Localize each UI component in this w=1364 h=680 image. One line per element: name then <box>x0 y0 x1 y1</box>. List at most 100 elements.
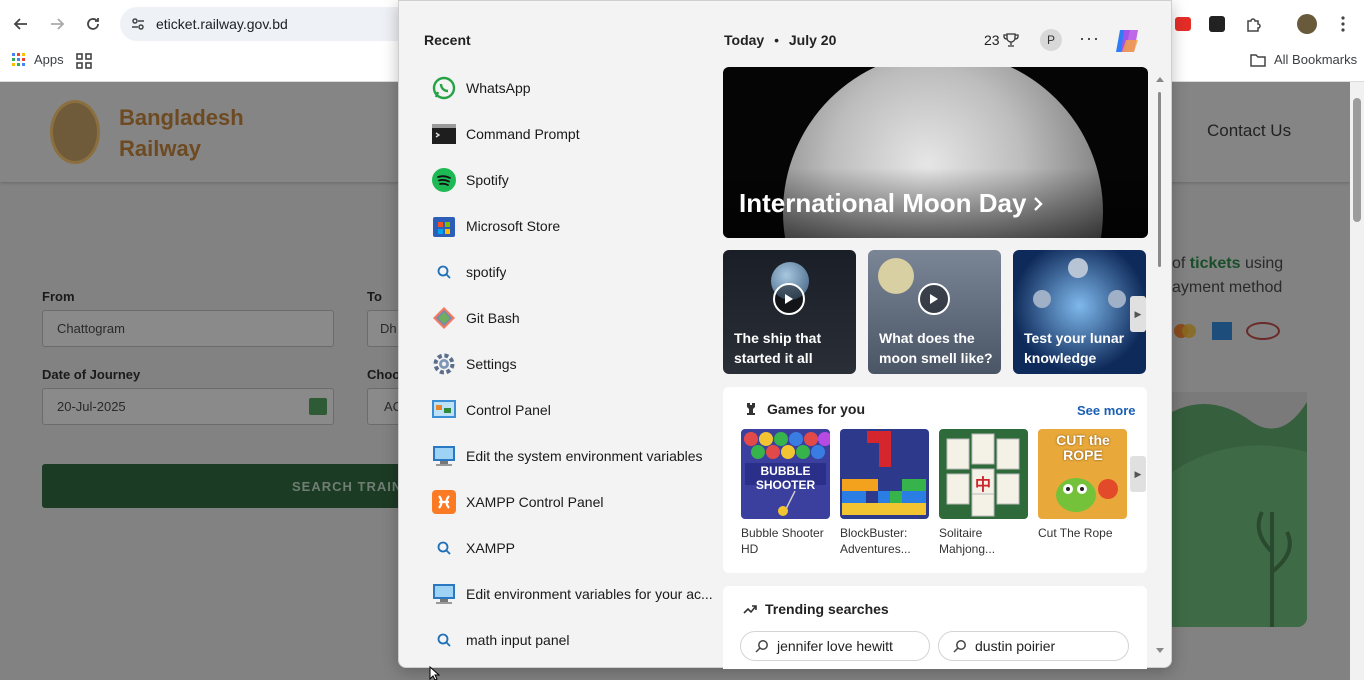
page-scrollbar-thumb[interactable] <box>1353 98 1361 222</box>
story-tile[interactable]: What does the moon smell like? <box>868 250 1001 374</box>
reload-button[interactable] <box>81 12 105 36</box>
railway-logo[interactable] <box>50 100 100 164</box>
trophy-icon <box>1002 33 1019 47</box>
recent-item-xampp-control-panel[interactable]: XAMPP Control Panel <box>432 479 722 525</box>
tab-groups-icon[interactable] <box>76 53 92 74</box>
recent-item-whatsapp[interactable]: WhatsApp <box>432 65 722 111</box>
rewards-points[interactable]: 23 <box>984 32 1019 48</box>
recent-item-math-input-panel[interactable]: math input panel <box>432 617 722 663</box>
play-icon <box>918 283 950 315</box>
games-row: BUBBLE SHOOTER Bubble Shooter HD BlockBu… <box>741 429 1127 557</box>
recent-item-label: XAMPP <box>466 540 516 556</box>
microsoft-store-icon <box>432 214 456 238</box>
see-more-link[interactable]: See more <box>1077 403 1136 418</box>
folder-icon <box>1250 53 1266 67</box>
recent-item-label: Edit the system environment variables <box>466 448 703 464</box>
copilot-icon[interactable] <box>1112 26 1142 56</box>
trending-chip[interactable]: dustin poirier <box>938 631 1129 661</box>
game-thumb-text: BUBBLE SHOOTER <box>755 464 816 492</box>
panel-scrollbar-thumb[interactable] <box>1158 92 1161 267</box>
game-thumb-text: 中 <box>974 477 991 494</box>
game-name: Solitaire Mahjong... <box>939 526 996 556</box>
xampp-icon <box>432 490 456 514</box>
address-bar[interactable]: eticket.railway.gov.bd <box>120 7 420 41</box>
tile-caption: The ship that started it all <box>734 330 822 366</box>
bookmark-apps[interactable]: Apps <box>12 52 64 67</box>
apps-grid-icon <box>12 52 25 66</box>
recent-item-edit-user-env[interactable]: Edit environment variables for your ac..… <box>432 571 722 617</box>
game-name: Bubble Shooter HD <box>741 526 824 556</box>
game-thumb-text: CUT the ROPE <box>1056 432 1110 463</box>
trending-header: Trending searches <box>743 601 889 617</box>
story-tiles: The ship that started it all What does t… <box>723 250 1146 374</box>
search-icon <box>432 628 456 652</box>
start-menu-panel: Recent WhatsApp Command Prompt Spotify M… <box>398 0 1172 669</box>
system-properties-icon <box>432 444 456 468</box>
recent-item-command-prompt[interactable]: Command Prompt <box>432 111 722 157</box>
recent-item-settings[interactable]: Settings <box>432 341 722 387</box>
recent-item-label: WhatsApp <box>466 80 531 96</box>
profile-avatar[interactable] <box>1296 13 1318 35</box>
recent-item-git-bash[interactable]: Git Bash <box>432 295 722 341</box>
scroll-up-icon[interactable] <box>1156 76 1164 82</box>
all-bookmarks[interactable]: All Bookmarks <box>1250 52 1357 67</box>
calendar-icon[interactable] <box>309 398 327 415</box>
play-icon <box>773 283 805 315</box>
recent-item-edit-system-env[interactable]: Edit the system environment variables <box>432 433 722 479</box>
reload-icon <box>87 18 99 30</box>
moon-cheese-image <box>878 258 914 294</box>
from-label: From <box>42 289 75 304</box>
scroll-down-icon[interactable] <box>1156 648 1164 654</box>
story-tile[interactable]: The ship that started it all <box>723 250 856 374</box>
amex-icon <box>1212 322 1232 340</box>
game-item[interactable]: BUBBLE SHOOTER Bubble Shooter HD <box>741 429 830 557</box>
tile-caption: Test your lunar knowledge <box>1024 330 1125 366</box>
forward-button[interactable] <box>45 12 69 36</box>
dbbl-nexus-icon <box>1246 322 1280 340</box>
recent-item-spotify-search[interactable]: spotify <box>432 249 722 295</box>
chess-icon <box>747 403 755 415</box>
site-brand[interactable]: Bangladesh Railway <box>119 102 244 164</box>
profile-button[interactable]: P <box>1040 29 1062 51</box>
games-next-button[interactable]: ▶ <box>1130 456 1146 492</box>
recent-item-microsoft-store[interactable]: Microsoft Store <box>432 203 722 249</box>
extension-icon[interactable] <box>1206 13 1228 35</box>
game-thumbnail: CUT the ROPE <box>1038 429 1127 519</box>
today-date: July 20 <box>788 32 837 48</box>
search-icon <box>953 640 966 653</box>
recent-item-control-panel[interactable]: Control Panel <box>432 387 722 433</box>
trending-chip[interactable]: jennifer love hewitt <box>740 631 930 661</box>
contact-us-link[interactable]: Contact Us <box>1207 121 1291 141</box>
browser-menu-icon[interactable] <box>1332 13 1354 35</box>
trending-card: Trending searches jennifer love hewitt d… <box>723 586 1147 669</box>
site-info-icon[interactable] <box>130 16 146 32</box>
recent-item-label: XAMPP Control Panel <box>466 494 604 510</box>
date-field[interactable]: 20-Jul-2025 <box>42 388 334 425</box>
search-icon <box>432 536 456 560</box>
game-item[interactable]: BlockBuster: Adventures... <box>840 429 929 557</box>
recent-item-spotify[interactable]: Spotify <box>432 157 722 203</box>
recent-item-label: Spotify <box>466 172 509 188</box>
story-tile[interactable]: Test your lunar knowledge <box>1013 250 1146 374</box>
game-item[interactable]: 中 Solitaire Mahjong... <box>939 429 1028 557</box>
trending-up-icon <box>743 605 757 614</box>
trending-chip-label: jennifer love hewitt <box>777 638 893 654</box>
date-label: Date of Journey <box>42 367 141 382</box>
recent-list: WhatsApp Command Prompt Spotify Microsof… <box>432 65 722 663</box>
recent-item-xampp-search[interactable]: XAMPP <box>432 525 722 571</box>
extensions-puzzle-icon[interactable] <box>1243 13 1265 35</box>
more-options-icon[interactable]: ··· <box>1079 28 1100 49</box>
panel-scrollbar[interactable] <box>1156 76 1164 656</box>
search-icon <box>755 640 768 653</box>
from-field[interactable]: Chattogram <box>42 310 334 347</box>
mouse-cursor-icon <box>429 666 441 680</box>
youtube-extension-icon[interactable] <box>1172 13 1194 35</box>
hero-card[interactable]: International Moon Day <box>723 67 1148 238</box>
promo-line-2: ayment method <box>1172 279 1283 296</box>
back-button[interactable] <box>9 12 33 36</box>
recent-item-label: Edit environment variables for your ac..… <box>466 586 713 602</box>
game-item[interactable]: CUT the ROPE Cut The Rope <box>1038 429 1127 557</box>
tiles-next-button[interactable]: ▶ <box>1130 296 1146 332</box>
to-label: To <box>367 289 382 304</box>
command-prompt-icon <box>432 122 456 146</box>
